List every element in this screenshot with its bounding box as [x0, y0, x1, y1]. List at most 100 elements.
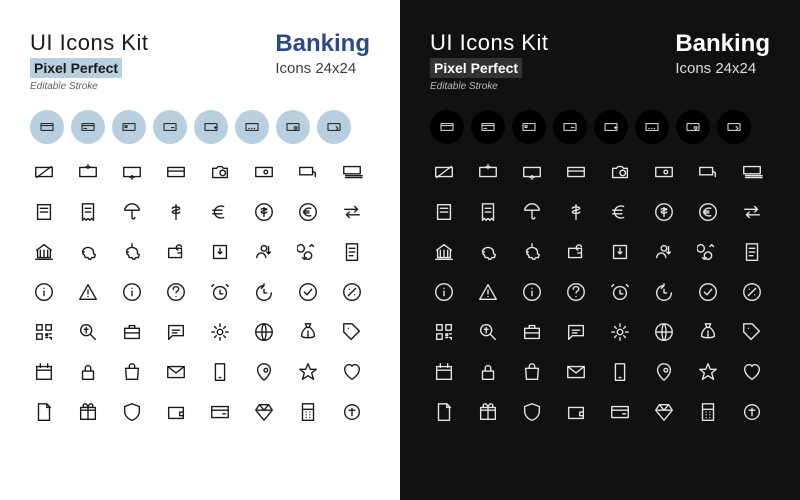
- transfer-icon: [338, 198, 366, 226]
- header: UI Icons Kit Pixel Perfect Editable Stro…: [30, 30, 370, 92]
- chat-icon: [162, 318, 190, 346]
- category-title: Banking: [275, 30, 370, 58]
- icon-grid: [30, 158, 370, 426]
- cash-stack-icon: [338, 158, 366, 186]
- card-tag-icon: [317, 110, 351, 144]
- bank-icon: [430, 238, 458, 266]
- user-money-icon: [250, 238, 278, 266]
- calendar-icon: [430, 358, 458, 386]
- briefcase-icon: [518, 318, 546, 346]
- cash-hand-icon: [294, 158, 322, 186]
- briefcase-icon: [118, 318, 146, 346]
- feature-row: [30, 110, 370, 144]
- atm-icon: [30, 198, 58, 226]
- gift-icon: [74, 398, 102, 426]
- shield-icon: [118, 398, 146, 426]
- piggy-coin-icon: [518, 238, 546, 266]
- money-bag-icon: [294, 318, 322, 346]
- feature-row: [430, 110, 770, 144]
- receipt-icon: [74, 198, 102, 226]
- search-dollar-icon: [74, 318, 102, 346]
- receipt-icon: [474, 198, 502, 226]
- card-basic-icon: [30, 110, 64, 144]
- question-icon: [562, 278, 590, 306]
- dollar-circle-icon: [250, 198, 278, 226]
- header-left: UI Icons Kit Pixel Perfect Editable Stro…: [30, 30, 148, 92]
- phone-icon: [206, 358, 234, 386]
- atm-icon: [430, 198, 458, 226]
- euro-circle-icon: [294, 198, 322, 226]
- kit-editable: Editable Stroke: [30, 81, 148, 92]
- header-right: Banking Icons 24x24: [675, 30, 770, 77]
- wallet-sync-icon: [162, 238, 190, 266]
- lock-icon: [474, 358, 502, 386]
- card-line-icon: [71, 110, 105, 144]
- warning-icon: [74, 278, 102, 306]
- shopping-bag-icon: [118, 358, 146, 386]
- diamond-icon: [250, 398, 278, 426]
- cash-icon: [650, 158, 678, 186]
- card-basic-icon: [430, 110, 464, 144]
- card-chat-icon: [153, 110, 187, 144]
- dark-panel: UI Icons Kit Pixel Perfect Editable Stro…: [400, 0, 800, 500]
- qr-icon: [30, 318, 58, 346]
- umbrella-icon: [118, 198, 146, 226]
- wallet-sync-icon: [562, 238, 590, 266]
- gear-icon: [206, 318, 234, 346]
- check-circle-icon: [694, 278, 722, 306]
- light-panel: UI Icons Kit Pixel Perfect Editable Stro…: [0, 0, 400, 500]
- document-icon: [430, 398, 458, 426]
- piggy-coin-icon: [118, 238, 146, 266]
- info-circle-icon: [30, 278, 58, 306]
- card-line-icon: [471, 110, 505, 144]
- mail-icon: [562, 358, 590, 386]
- category-title: Banking: [675, 30, 770, 58]
- dimensions-label: Icons 24x24: [675, 60, 770, 77]
- card-slash-icon: [430, 158, 458, 186]
- calculator-icon: [694, 398, 722, 426]
- user-money-icon: [650, 238, 678, 266]
- camera-icon: [206, 158, 234, 186]
- piggy-icon: [74, 238, 102, 266]
- document-icon: [30, 398, 58, 426]
- warning-icon: [474, 278, 502, 306]
- info-icon: [118, 278, 146, 306]
- header-left: UI Icons Kit Pixel Perfect Editable Stro…: [430, 30, 548, 92]
- coin-icon: [338, 398, 366, 426]
- card-slash-icon: [30, 158, 58, 186]
- qr-icon: [430, 318, 458, 346]
- tag-icon: [738, 318, 766, 346]
- cash-hand-icon: [694, 158, 722, 186]
- history-icon: [250, 278, 278, 306]
- dimensions-label: Icons 24x24: [275, 60, 370, 77]
- info-icon: [518, 278, 546, 306]
- card-down-icon: [74, 158, 102, 186]
- euro-icon: [606, 198, 634, 226]
- wallet-icon: [562, 398, 590, 426]
- header: UI Icons Kit Pixel Perfect Editable Stro…: [430, 30, 770, 92]
- heart-icon: [338, 358, 366, 386]
- calendar-icon: [30, 358, 58, 386]
- dollar-icon: [562, 198, 590, 226]
- globe-icon: [650, 318, 678, 346]
- wallet-icon: [162, 398, 190, 426]
- card-dots-icon: [235, 110, 269, 144]
- euro-circle-icon: [694, 198, 722, 226]
- dollar-icon: [162, 198, 190, 226]
- shopping-bag-icon: [518, 358, 546, 386]
- coin-icon: [738, 398, 766, 426]
- dollar-circle-icon: [650, 198, 678, 226]
- bank-icon: [30, 238, 58, 266]
- card-chip-icon: [512, 110, 546, 144]
- mail-icon: [162, 358, 190, 386]
- coins-swap-icon: [294, 238, 322, 266]
- question-icon: [162, 278, 190, 306]
- gear-icon: [606, 318, 634, 346]
- phone-icon: [606, 358, 634, 386]
- shield-icon: [518, 398, 546, 426]
- statement-icon: [338, 238, 366, 266]
- kit-title: UI Icons Kit: [430, 30, 548, 56]
- umbrella-icon: [518, 198, 546, 226]
- header-right: Banking Icons 24x24: [275, 30, 370, 77]
- chat-icon: [562, 318, 590, 346]
